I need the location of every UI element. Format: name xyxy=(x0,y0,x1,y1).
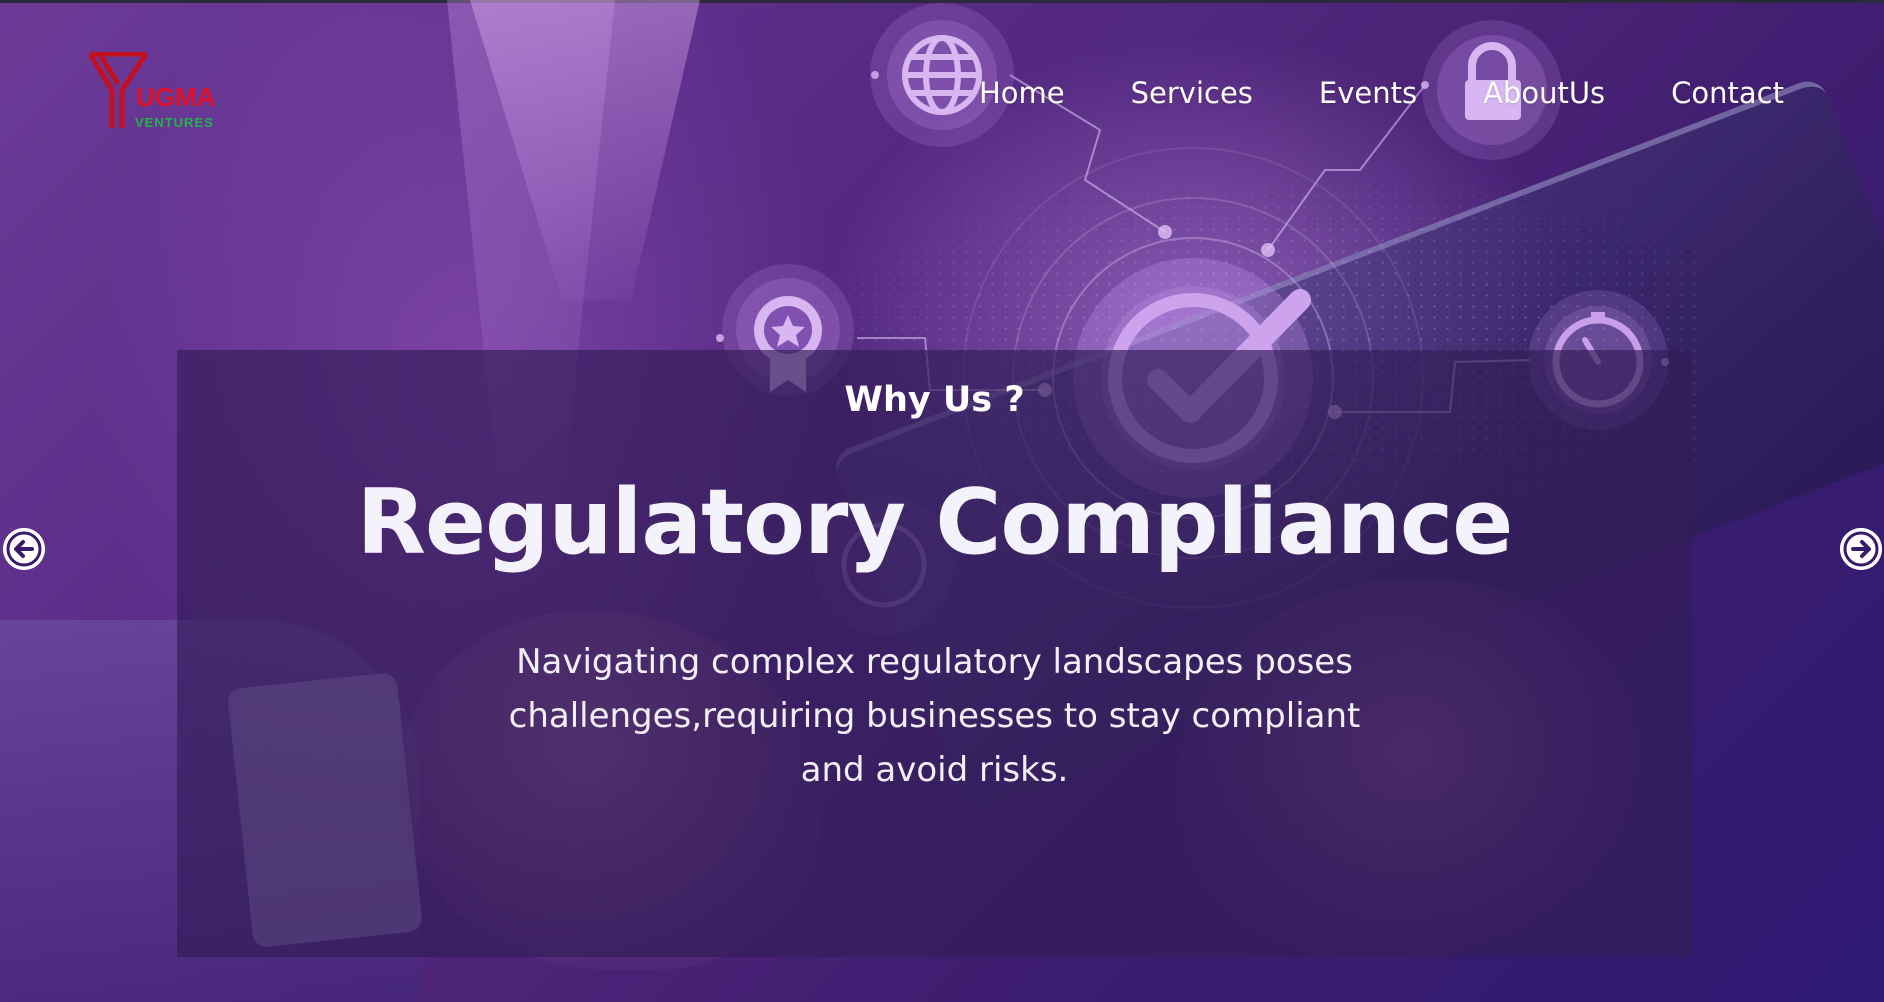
nav-link-contact[interactable]: Contact xyxy=(1671,72,1784,114)
logo-subtitle: VENTURES xyxy=(135,115,214,130)
nav-link-home[interactable]: Home xyxy=(979,72,1065,114)
nav-link-events[interactable]: Events xyxy=(1319,72,1417,114)
hero-content-panel: Why Us ? Regulatory Compliance Navigatin… xyxy=(177,350,1692,957)
hero-description: Navigating complex regulatory landscapes… xyxy=(508,642,1361,790)
hero-title: Regulatory Compliance xyxy=(356,470,1514,575)
brand-logo[interactable]: UGMA VENTURES xyxy=(88,52,238,132)
carousel-next-button[interactable] xyxy=(1840,528,1882,570)
nav-link-services[interactable]: Services xyxy=(1131,72,1253,114)
hero-banner: UGMA VENTURES Home Services Events About… xyxy=(0,0,1884,1002)
logo-wordmark: UGMA xyxy=(136,82,216,112)
hero-eyebrow: Why Us ? xyxy=(844,380,1025,420)
carousel-prev-button[interactable] xyxy=(3,528,45,570)
arrow-left-circle-icon xyxy=(3,528,45,570)
nav-link-about-us[interactable]: AboutUs xyxy=(1483,72,1605,114)
arrow-right-circle-icon xyxy=(1840,528,1882,570)
main-nav: Home Services Events AboutUs Contact xyxy=(913,72,1784,114)
